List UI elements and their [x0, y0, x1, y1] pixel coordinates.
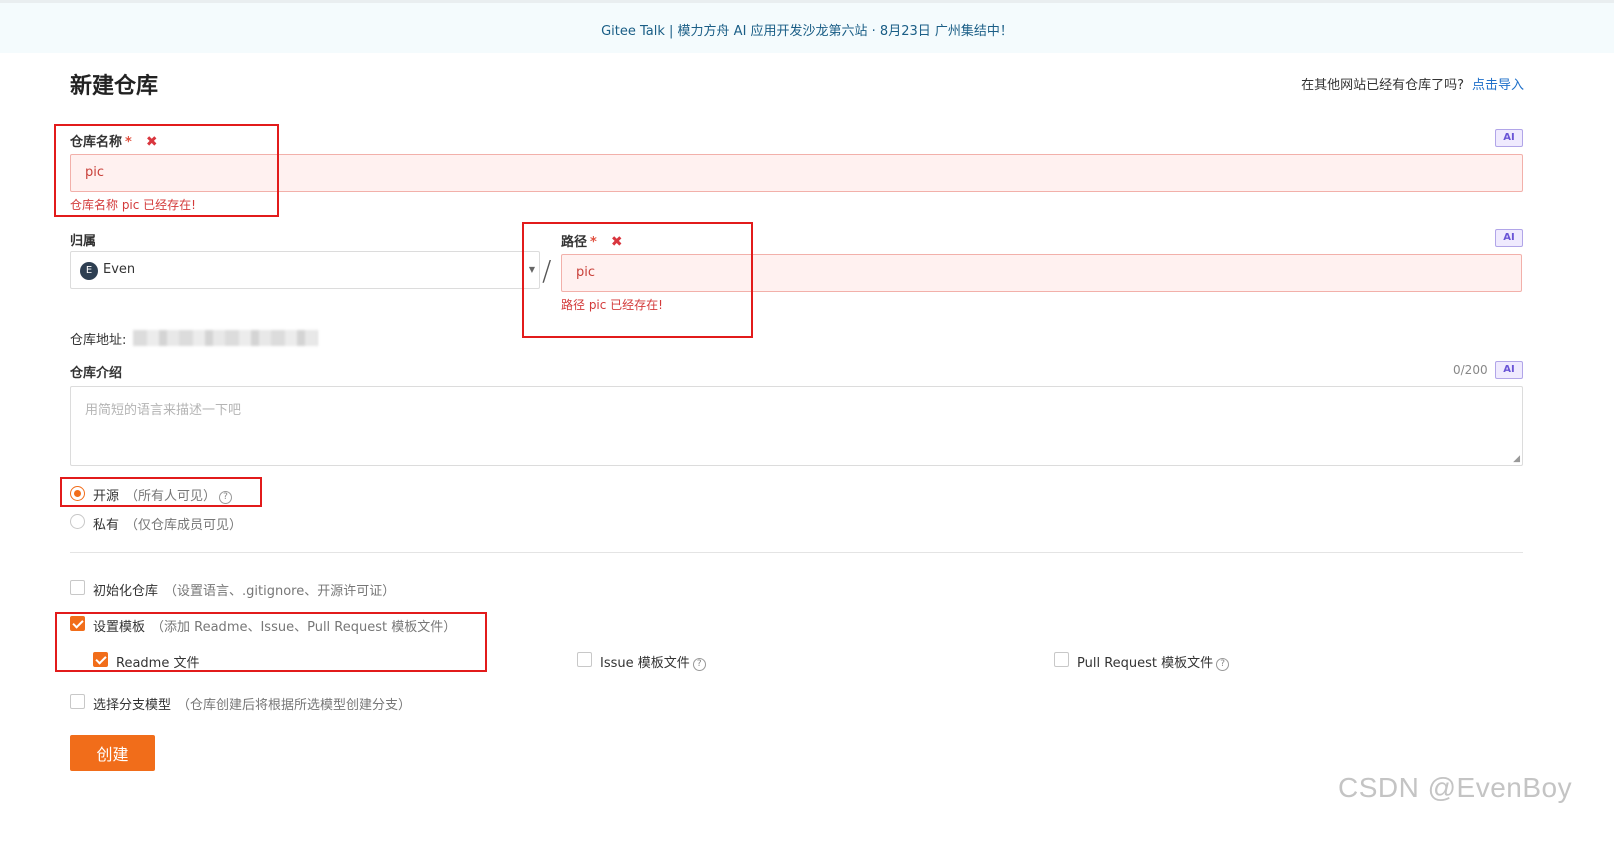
private-option[interactable]: 私有 （仅仓库成员可见）	[93, 514, 242, 533]
section-divider	[70, 552, 1523, 553]
owner-select[interactable]: E Even ▼	[70, 251, 540, 289]
description-placeholder: 用简短的语言来描述一下吧	[85, 403, 242, 418]
branch-model-sub: （仓库创建后将根据所选模型创建分支）	[177, 698, 412, 713]
path-ai-button[interactable]: AI	[1495, 229, 1523, 247]
description-ai-button[interactable]: AI	[1495, 361, 1523, 379]
annotation-box-template	[55, 612, 487, 672]
csdn-watermark: CSDN @EvenBoy	[1338, 772, 1573, 803]
private-radio[interactable]	[70, 514, 85, 529]
issue-template-label: Issue 模板文件	[600, 656, 690, 671]
avatar: E	[80, 262, 98, 280]
question-circle-icon[interactable]: ?	[1216, 658, 1230, 671]
owner-select-value: Even	[103, 262, 136, 277]
repo-address-label: 仓库地址:	[70, 333, 127, 348]
repo-name-input[interactable]: pic	[70, 154, 1523, 192]
branch-model-option[interactable]: 选择分支模型 （仓库创建后将根据所选模型创建分支）	[93, 694, 411, 713]
branch-model-label: 选择分支模型	[93, 698, 172, 713]
annotation-box-public	[60, 477, 262, 507]
branch-model-checkbox[interactable]	[70, 694, 85, 709]
annotation-box-repo-name	[54, 124, 279, 217]
page-title: 新建仓库	[70, 74, 159, 99]
annotation-box-path	[522, 222, 753, 338]
private-label: 私有	[93, 518, 120, 533]
init-repo-checkbox[interactable]	[70, 580, 85, 595]
description-counter: 0/200	[1453, 363, 1488, 377]
init-repo-sub: （设置语言、.gitignore、开源许可证）	[164, 584, 396, 599]
create-button[interactable]: 创建	[70, 735, 155, 771]
owner-label: 归属	[70, 234, 97, 249]
announcement-banner[interactable]: Gitee Talk | 模力方舟 AI 应用开发沙龙第六站 · 8月23日 广…	[0, 3, 1614, 53]
question-circle-icon[interactable]: ?	[692, 658, 706, 671]
pr-template-option[interactable]: Pull Request 模板文件?	[1077, 652, 1230, 671]
init-repo-option[interactable]: 初始化仓库 （设置语言、.gitignore、开源许可证）	[93, 580, 395, 599]
pr-template-checkbox[interactable]	[1054, 652, 1069, 667]
banner-text[interactable]: Gitee Talk | 模力方舟 AI 应用开发沙龙第六站 · 8月23日 广…	[0, 20, 1614, 39]
description-textarea[interactable]: 用简短的语言来描述一下吧 ◢	[70, 386, 1523, 466]
import-hint: 在其他网站已经有仓库了吗? 点击导入	[1301, 74, 1524, 93]
repo-address-blurred	[133, 330, 318, 346]
description-label: 仓库介绍	[70, 366, 123, 381]
import-link[interactable]: 点击导入	[1472, 78, 1524, 93]
issue-template-option[interactable]: Issue 模板文件?	[600, 652, 706, 671]
repo-name-ai-button[interactable]: AI	[1495, 129, 1523, 147]
issue-template-checkbox[interactable]	[577, 652, 592, 667]
init-repo-label: 初始化仓库	[93, 584, 159, 599]
import-hint-text: 在其他网站已经有仓库了吗?	[1301, 78, 1464, 93]
pr-template-label: Pull Request 模板文件	[1077, 656, 1214, 671]
resize-handle-icon[interactable]: ◢	[1513, 454, 1520, 464]
private-sub: （仅仓库成员可见）	[125, 518, 243, 533]
